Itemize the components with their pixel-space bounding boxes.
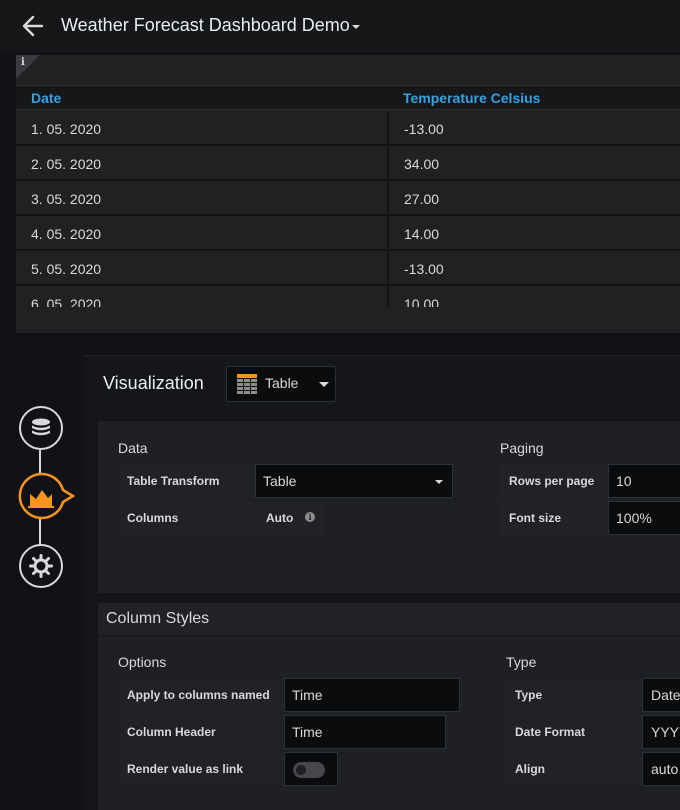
columns-auto-button[interactable]: Auto i xyxy=(258,501,324,535)
column-header-input[interactable]: Time xyxy=(284,715,446,749)
columns-auto-value: Auto xyxy=(266,511,294,525)
date-format-label: Date Format xyxy=(506,715,641,749)
column-header-label: Column Header xyxy=(118,715,284,749)
rows-per-page-input[interactable]: 10 xyxy=(608,464,680,498)
rows-per-page-label: Rows per page xyxy=(500,464,607,498)
type-select[interactable]: Date xyxy=(642,678,680,712)
column-styles-header[interactable]: Column Styles xyxy=(98,603,680,635)
table-transform-select[interactable]: Table xyxy=(255,464,453,498)
column-divider xyxy=(387,113,389,306)
table-row: 4. 05. 2020 14.00 xyxy=(16,218,680,251)
table-transform-value: Table xyxy=(263,473,297,489)
switch-knob xyxy=(296,765,306,775)
font-size-label: Font size xyxy=(500,501,607,535)
cell-temperature: 27.00 xyxy=(404,191,440,207)
columns-label: Columns xyxy=(118,501,254,535)
table-body[interactable]: 1. 05. 2020 -13.00 2. 05. 2020 34.00 3. … xyxy=(16,113,680,307)
table-row: 2. 05. 2020 34.00 xyxy=(16,148,680,181)
visualization-picker[interactable]: Table xyxy=(226,366,336,402)
visualization-heading: Visualization xyxy=(103,373,204,393)
apply-to-columns-input[interactable]: Time xyxy=(284,678,460,712)
info-icon[interactable]: i xyxy=(21,57,25,68)
database-icon xyxy=(32,418,50,436)
table-row: 5. 05. 2020 -13.00 xyxy=(16,253,680,286)
visualization-tab[interactable] xyxy=(17,472,75,520)
table-row: 6. 05. 2020 10.00 xyxy=(16,288,680,307)
date-format-input[interactable]: YYYY xyxy=(642,715,680,749)
cell-temperature: -13.00 xyxy=(404,121,444,137)
cell-date: 5. 05. 2020 xyxy=(31,261,102,277)
queries-tab[interactable] xyxy=(19,406,63,450)
cell-date: 6. 05. 2020 xyxy=(31,296,102,307)
info-icon[interactable]: i xyxy=(305,512,315,522)
options-section-title: Options xyxy=(118,654,167,670)
general-settings-tab[interactable] xyxy=(19,544,63,588)
cell-date: 4. 05. 2020 xyxy=(31,226,102,242)
align-select[interactable]: auto xyxy=(642,752,680,786)
type-section-title: Type xyxy=(506,654,537,670)
render-link-switch[interactable] xyxy=(284,752,338,786)
data-section-title: Data xyxy=(118,440,148,456)
cell-temperature: 14.00 xyxy=(404,226,440,242)
dashboard-title[interactable]: Weather Forecast Dashboard Demo xyxy=(61,15,350,36)
table-icon xyxy=(237,374,257,394)
render-link-label: Render value as link xyxy=(118,752,284,786)
font-size-input[interactable]: 100% xyxy=(608,501,680,535)
dashboard-header: Weather Forecast Dashboard Demo xyxy=(0,0,680,52)
type-label: Type xyxy=(506,678,641,712)
cell-temperature: 34.00 xyxy=(404,156,440,172)
table-row: 1. 05. 2020 -13.00 xyxy=(16,113,680,146)
chevron-down-icon[interactable] xyxy=(351,22,361,32)
table-panel: i Date Temperature Celsius 1. 05. 2020 -… xyxy=(16,55,680,333)
column-header-temperature[interactable]: Temperature Celsius xyxy=(403,90,540,106)
column-styles-title: Column Styles xyxy=(106,610,210,627)
gear-wrench-icon xyxy=(29,554,53,578)
chevron-down-icon xyxy=(319,382,329,387)
column-header-date[interactable]: Date xyxy=(31,90,61,106)
table-row: 3. 05. 2020 27.00 xyxy=(16,183,680,216)
cell-temperature: 10.00 xyxy=(404,296,440,307)
visualization-selected: Table xyxy=(265,375,299,391)
switch-track xyxy=(293,762,325,778)
cell-date: 1. 05. 2020 xyxy=(31,121,102,137)
chevron-down-icon xyxy=(435,480,443,484)
paging-section-title: Paging xyxy=(500,440,544,456)
rail-connector xyxy=(39,518,41,546)
cell-date: 2. 05. 2020 xyxy=(31,156,102,172)
panel-info-corner[interactable] xyxy=(16,55,40,79)
table-transform-label: Table Transform xyxy=(118,464,254,498)
cell-date: 3. 05. 2020 xyxy=(31,191,102,207)
apply-to-columns-label: Apply to columns named xyxy=(118,678,284,712)
cell-temperature: -13.00 xyxy=(404,261,444,277)
align-label: Align xyxy=(506,752,641,786)
table-header-row: Date Temperature Celsius xyxy=(16,85,680,110)
back-arrow-icon[interactable] xyxy=(18,12,48,40)
